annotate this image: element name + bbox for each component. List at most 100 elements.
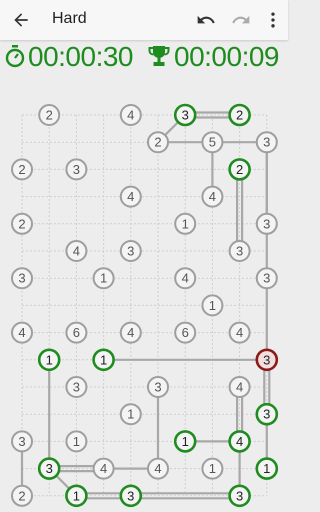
app-bar: Hard (0, 0, 288, 40)
island-g1[interactable]: 3 (11, 267, 33, 290)
island-a3[interactable]: 3 (173, 103, 197, 127)
stopwatch-icon (5, 45, 25, 68)
island-o3[interactable]: 3 (119, 484, 143, 508)
island-value: 2 (236, 108, 243, 123)
island-b2[interactable]: 5 (201, 131, 224, 154)
island-value: 2 (236, 162, 243, 177)
island-value: 3 (263, 271, 270, 286)
arrow-back-icon (14, 13, 28, 27)
island-value: 2 (154, 135, 161, 150)
island-value: 2 (18, 216, 25, 231)
island-b1[interactable]: 2 (147, 131, 169, 154)
island-value: 1 (182, 434, 189, 449)
island-value: 3 (18, 434, 25, 449)
island-value: 3 (73, 380, 80, 395)
island-n3[interactable]: 4 (147, 457, 169, 480)
island-a1[interactable]: 2 (38, 104, 61, 126)
island-j2[interactable]: 1 (92, 348, 115, 372)
island-value: 6 (73, 325, 80, 340)
island-a2[interactable]: 4 (119, 104, 142, 126)
island-m3[interactable]: 1 (173, 430, 197, 453)
island-e3[interactable]: 3 (255, 212, 278, 235)
island-o2[interactable]: 1 (65, 484, 88, 508)
island-value: 1 (100, 271, 107, 286)
island-c3[interactable]: 2 (228, 158, 251, 181)
island-n1[interactable]: 3 (37, 457, 61, 480)
island-g4[interactable]: 3 (255, 267, 278, 290)
island-value: 3 (263, 135, 270, 150)
island-n2[interactable]: 4 (92, 457, 115, 480)
island-k2[interactable]: 3 (147, 376, 169, 398)
island-i2[interactable]: 6 (65, 321, 88, 344)
island-d1[interactable]: 4 (119, 185, 142, 208)
island-value: 4 (18, 325, 25, 340)
island-o1[interactable]: 2 (11, 484, 33, 507)
island-value: 4 (100, 461, 107, 476)
island-f2[interactable]: 3 (119, 240, 142, 262)
island-value: 4 (154, 461, 161, 476)
redo-button[interactable] (229, 7, 253, 33)
undo-button[interactable] (194, 7, 218, 33)
island-value: 1 (263, 461, 270, 476)
island-value: 1 (46, 352, 53, 367)
island-value: 4 (236, 325, 243, 340)
island-f1[interactable]: 4 (65, 240, 88, 262)
puzzle-board[interactable]: 2 4 3 2 2 5 3 2 3 2 4 4 2 1 3 4 3 3 3 1 4 3 1 4 6 4 6 4 1 1 3 3 3 4 1 3 3 1 1 4… (0, 95, 288, 512)
undo-icon (197, 15, 215, 24)
island-k1[interactable]: 3 (65, 376, 88, 398)
island-i5[interactable]: 4 (228, 321, 251, 344)
island-value: 6 (182, 325, 189, 340)
island-i3[interactable]: 4 (119, 321, 142, 344)
best-time: 00:00:09 (174, 41, 280, 72)
island-m1[interactable]: 3 (11, 430, 33, 453)
island-value: 3 (127, 244, 134, 259)
island-value: 1 (209, 298, 216, 313)
island-k3[interactable]: 4 (228, 376, 251, 398)
island-f3[interactable]: 3 (228, 240, 251, 262)
island-value: 3 (182, 108, 189, 123)
island-l2[interactable]: 3 (255, 402, 279, 426)
island-value: 4 (127, 189, 134, 204)
island-g3[interactable]: 4 (174, 267, 197, 290)
island-d2[interactable]: 4 (201, 185, 224, 208)
island-value: 1 (73, 488, 80, 503)
back-button[interactable] (8, 6, 34, 34)
island-value: 3 (236, 488, 243, 503)
island-g2[interactable]: 1 (92, 267, 115, 290)
island-value: 4 (236, 380, 243, 395)
island-i1[interactable]: 4 (11, 321, 33, 344)
island-value: 2 (46, 108, 53, 123)
island-value: 4 (127, 108, 134, 123)
island-j1[interactable]: 1 (37, 348, 61, 372)
island-value: 1 (127, 407, 134, 422)
island-value: 3 (46, 461, 53, 476)
island-l1[interactable]: 1 (119, 403, 142, 426)
island-m2[interactable]: 1 (65, 430, 88, 453)
island-c2[interactable]: 3 (65, 158, 88, 181)
island-n5[interactable]: 1 (255, 457, 279, 480)
island-m4[interactable]: 4 (228, 430, 251, 453)
island-n4[interactable]: 1 (201, 457, 224, 480)
island-o4[interactable]: 3 (228, 484, 251, 508)
island-e2[interactable]: 1 (174, 212, 197, 235)
menu-button[interactable] (261, 7, 285, 33)
island-b3[interactable]: 3 (255, 131, 278, 154)
island-value: 3 (263, 352, 270, 367)
island-h1[interactable]: 1 (201, 294, 224, 317)
page-title: Hard (52, 10, 87, 27)
island-value: 1 (182, 216, 189, 231)
island-value: 4 (209, 189, 216, 204)
island-value: 2 (18, 162, 25, 177)
island-value: 1 (73, 434, 80, 449)
island-e1[interactable]: 2 (11, 212, 33, 235)
island-value: 3 (73, 162, 80, 177)
island-value: 4 (236, 434, 243, 449)
island-j3[interactable]: 3 (255, 348, 279, 372)
island-c1[interactable]: 2 (11, 158, 33, 181)
island-value: 4 (73, 244, 80, 259)
island-i4[interactable]: 6 (174, 321, 197, 344)
island-value: 3 (127, 488, 134, 503)
island-value: 3 (263, 216, 270, 231)
island-value: 2 (18, 488, 25, 503)
island-a4[interactable]: 2 (228, 103, 251, 127)
